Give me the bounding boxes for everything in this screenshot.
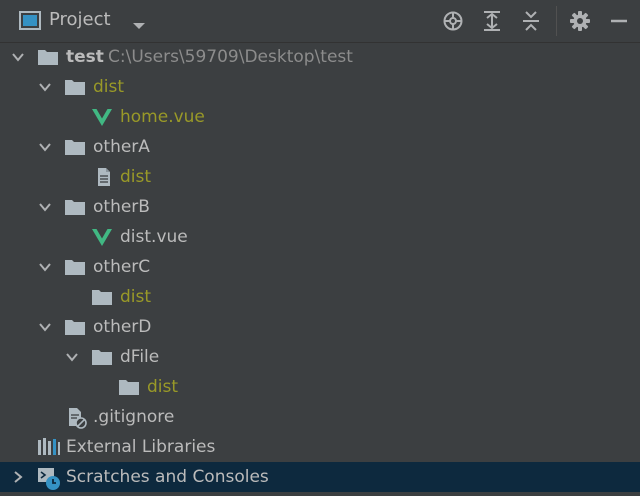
tree-item-label: External Libraries: [66, 437, 216, 457]
tree-item-label: otherC: [93, 257, 151, 277]
folder-icon: [91, 287, 113, 307]
tree-item-label: dist: [93, 77, 125, 97]
tree-row-root[interactable]: test C:\Users\59709\Desktop\test: [0, 42, 640, 72]
chevron-down-icon[interactable]: [11, 49, 25, 63]
tree-row[interactable]: otherA: [0, 132, 640, 162]
ignore-file-icon: [66, 407, 88, 429]
project-view-icon[interactable]: [19, 11, 41, 30]
chevron-right-icon[interactable]: [11, 469, 25, 483]
tree-row[interactable]: .gitignore: [0, 402, 640, 432]
tree-row[interactable]: otherB: [0, 192, 640, 222]
chevron-down-icon[interactable]: [65, 349, 79, 363]
panel-title[interactable]: Project: [49, 9, 111, 30]
tree-row[interactable]: home.vue: [0, 102, 640, 132]
tree-row[interactable]: dist: [0, 162, 640, 192]
expand-all-icon[interactable]: [479, 8, 505, 34]
tree-item-label: .gitignore: [93, 407, 175, 427]
library-icon: [37, 437, 60, 457]
tree-item-label: test: [66, 47, 104, 67]
chevron-down-icon[interactable]: [38, 319, 52, 333]
tree-item-label: Scratches and Consoles: [66, 467, 269, 487]
vue-file-icon: [91, 107, 113, 127]
tree-item-label: dist: [120, 167, 152, 187]
tree-row[interactable]: dist: [0, 372, 640, 402]
toolbar-separator: [556, 6, 557, 36]
tree-item-label: dFile: [120, 347, 160, 367]
dropdown-chevron-icon[interactable]: [132, 16, 146, 36]
tree-item-label: otherA: [93, 137, 150, 157]
tree-item-label: dist.vue: [120, 227, 188, 247]
folder-icon: [64, 197, 86, 217]
project-toolbar: Project: [0, 0, 640, 43]
folder-icon: [37, 47, 59, 67]
tree-row[interactable]: dist: [0, 72, 640, 102]
folder-icon: [118, 377, 140, 397]
folder-icon: [64, 257, 86, 277]
tree-row-external-libraries[interactable]: External Libraries: [0, 432, 640, 462]
folder-icon: [64, 137, 86, 157]
folder-icon: [64, 77, 86, 97]
tree-row[interactable]: dist.vue: [0, 222, 640, 252]
tree-row[interactable]: dist: [0, 282, 640, 312]
gear-icon[interactable]: [567, 8, 593, 34]
tree-item-path: C:\Users\59709\Desktop\test: [108, 47, 353, 67]
scratches-icon: [37, 467, 60, 490]
folder-icon: [64, 317, 86, 337]
chevron-down-icon[interactable]: [38, 79, 52, 93]
chevron-down-icon[interactable]: [38, 139, 52, 153]
vue-file-icon: [91, 227, 113, 247]
tree-item-label: dist: [147, 377, 179, 397]
text-file-icon: [94, 167, 116, 187]
chevron-down-icon[interactable]: [38, 259, 52, 273]
minimize-icon[interactable]: [606, 8, 632, 34]
folder-icon: [91, 347, 113, 367]
tree-row-scratches[interactable]: Scratches and Consoles: [0, 462, 640, 492]
collapse-all-icon[interactable]: [518, 8, 544, 34]
tree-row[interactable]: otherD: [0, 312, 640, 342]
tree-item-label: otherD: [93, 317, 152, 337]
chevron-down-icon[interactable]: [38, 199, 52, 213]
tree-item-label: home.vue: [120, 107, 205, 127]
tree-row[interactable]: otherC: [0, 252, 640, 282]
locate-icon[interactable]: [440, 8, 466, 34]
tree-item-label: dist: [120, 287, 152, 307]
tree-item-label: otherB: [93, 197, 150, 217]
tree-row[interactable]: dFile: [0, 342, 640, 372]
